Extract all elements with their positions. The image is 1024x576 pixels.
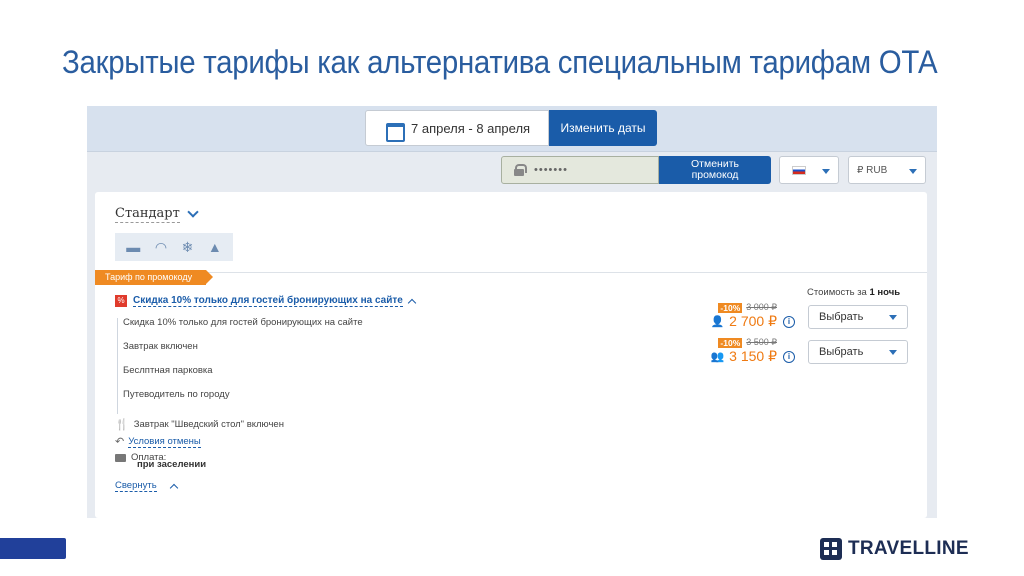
calendar-icon [386, 121, 405, 142]
russia-flag-icon [792, 165, 806, 175]
collapse-link[interactable]: Свернуть [115, 480, 157, 492]
chevron-down-icon [889, 315, 897, 320]
slide-title: Закрытые тарифы как альтернатива специал… [62, 44, 938, 80]
chevron-down-icon [909, 169, 917, 174]
new-price: 3 150 ₽ [729, 348, 777, 364]
snowflake-icon: ❄ [181, 238, 194, 255]
new-price-line: 👥 3 150 ₽ i [710, 348, 795, 365]
select-button-single[interactable]: Выбрать [808, 305, 908, 329]
chevron-down-icon [889, 350, 897, 355]
list-item: Скидка 10% только для гостей бронирующих… [123, 317, 363, 328]
two-guests-icon: 👥 [710, 351, 725, 363]
amenities-bar: ▬ ◠ ❄ ▲ [115, 233, 233, 261]
room-card: Стандарт ▬ ◠ ❄ ▲ Тариф по промокоду % Ск… [95, 192, 927, 518]
percent-icon: % [115, 295, 127, 307]
select-label: Выбрать [819, 311, 864, 323]
cancel-promo-button[interactable]: Отменить промокод [659, 156, 771, 184]
select-label: Выбрать [819, 346, 864, 358]
promo-code-mask: ••••••• [534, 164, 568, 176]
new-price: 2 700 ₽ [729, 313, 777, 329]
info-icon[interactable]: i [783, 315, 795, 328]
discount-line: -10% 3 500 ₽ [718, 337, 777, 348]
discount-badge: -10% [718, 337, 743, 348]
promo-row: ••••••• Отменить промокод ₽ RUB [87, 153, 937, 189]
breakfast-text: Завтрак "Шведский стол" включен [133, 419, 284, 430]
cost-label-prefix: Стоимость за [807, 287, 870, 298]
select-button-double[interactable]: Выбрать [808, 340, 908, 364]
cancel-conditions-row: ↶ Условия отмены [115, 435, 201, 448]
price-double: -10% 3 500 ₽ 👥 3 150 ₽ i [705, 337, 795, 377]
rate-name-link[interactable]: Скидка 10% только для гостей бронирующих… [133, 295, 403, 307]
footer-accent-bar [0, 538, 66, 559]
language-select[interactable] [779, 156, 839, 184]
discount-line: -10% 3 000 ₽ [718, 302, 777, 313]
rate-header[interactable]: % Скидка 10% только для гостей бронирующ… [115, 295, 417, 308]
room-title[interactable]: Стандарт [115, 206, 180, 223]
list-item: Путеводитель по городу [123, 389, 230, 400]
currency-value: ₽ RUB [857, 164, 888, 176]
cancel-conditions-link[interactable]: Условия отмены [128, 436, 201, 448]
promo-code-field[interactable]: ••••••• [501, 156, 659, 184]
info-icon[interactable]: i [783, 350, 795, 363]
chevron-up-icon[interactable] [407, 298, 417, 308]
fork-knife-icon: 🍴 [115, 419, 129, 431]
list-item: Беслптная парковка [123, 365, 213, 376]
bed-icon: ▬ [126, 239, 141, 255]
promo-tariff-badge: Тариф по промокоду [95, 270, 214, 285]
wallet-icon [115, 453, 126, 462]
undo-arrow-icon: ↶ [115, 436, 125, 448]
travelline-logo: TRAVELLINE [820, 538, 969, 560]
cost-per-night-label: Стоимость за 1 ночь [807, 287, 900, 298]
lock-icon [514, 164, 527, 176]
logo-text: TRAVELLINE [848, 538, 969, 559]
old-price: 3 000 ₽ [746, 302, 777, 312]
booking-widget-screenshot: 7 апреля - 8 апреля Изменить даты ••••••… [87, 106, 937, 518]
section-divider [95, 272, 927, 273]
date-bar: 7 апреля - 8 апреля Изменить даты [87, 106, 937, 152]
chevron-down-icon[interactable] [187, 206, 199, 218]
payment-value: при заселении [137, 459, 207, 470]
rate-details-list: Скидка 10% только для гостей бронирующих… [117, 318, 397, 414]
cancel-promo-label: Отменить промокод [691, 158, 739, 181]
single-guest-icon: 👤 [710, 316, 725, 328]
date-range-field[interactable]: 7 апреля - 8 апреля [365, 110, 549, 146]
price-single: -10% 3 000 ₽ 👤 2 700 ₽ i [705, 302, 795, 342]
logo-mark-icon [820, 538, 842, 560]
discount-badge: -10% [718, 302, 743, 313]
wifi-icon: ◠ [154, 238, 168, 255]
date-range-text: 7 апреля - 8 апреля [411, 120, 531, 136]
breakfast-row: 🍴 Завтрак "Шведский стол" включен [115, 418, 284, 431]
chevron-down-icon [822, 169, 830, 174]
list-item: Завтрак включен [123, 341, 198, 352]
new-price-line: 👤 2 700 ₽ i [710, 313, 795, 330]
cost-label-nights: 1 ночь [869, 287, 901, 298]
change-dates-button[interactable]: Изменить даты [549, 110, 657, 146]
currency-select[interactable]: ₽ RUB [848, 156, 926, 184]
shower-icon: ▲ [207, 239, 222, 255]
chevron-up-icon[interactable] [169, 483, 179, 493]
old-price: 3 500 ₽ [746, 337, 777, 347]
